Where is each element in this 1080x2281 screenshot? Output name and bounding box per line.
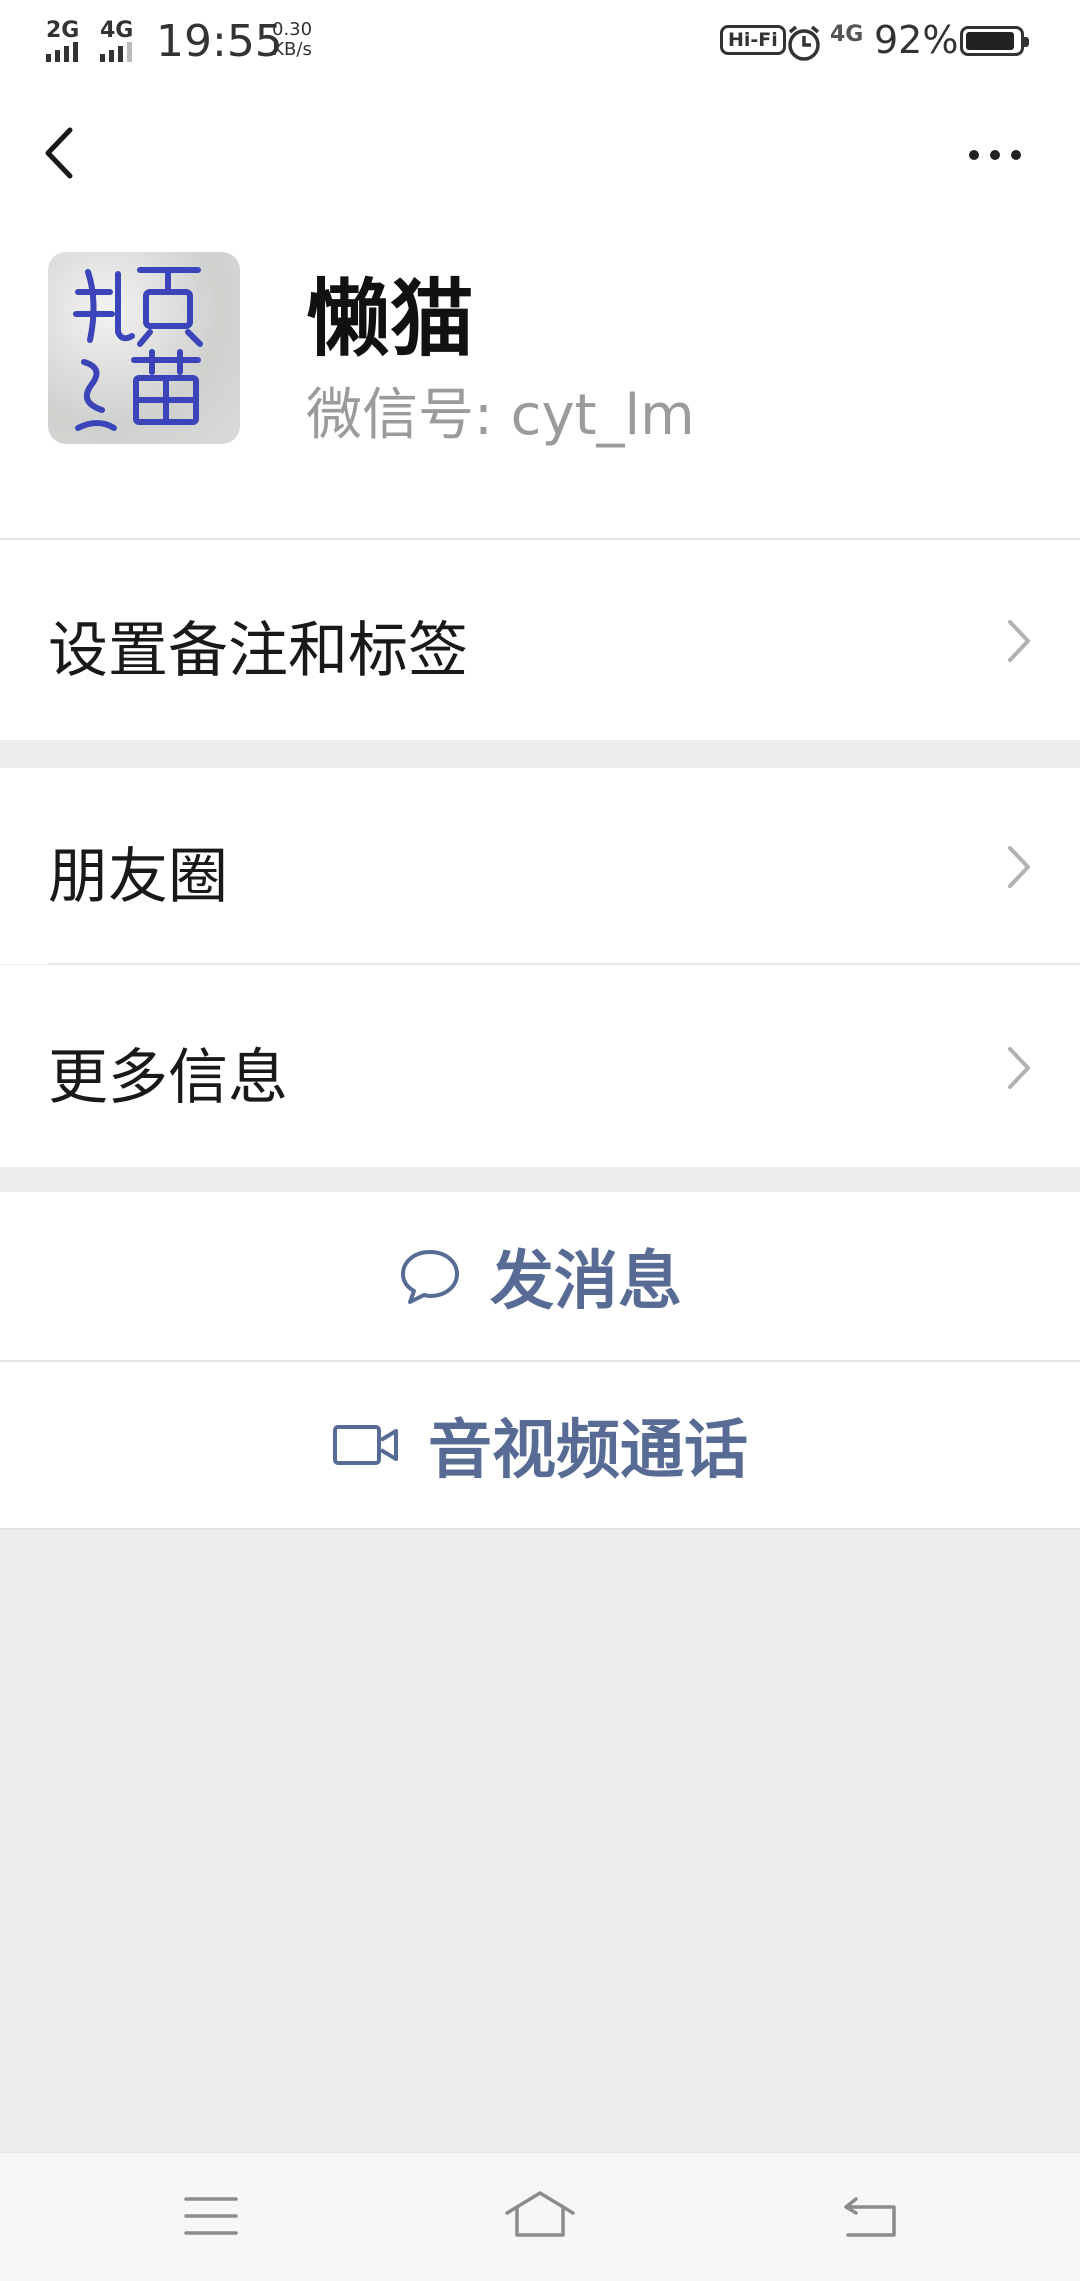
chevron-right-icon	[1008, 620, 1030, 662]
battery-icon	[960, 26, 1029, 56]
more-dot	[969, 150, 979, 160]
voice-video-call-label: 音视频通话	[428, 1414, 748, 1488]
system-navigation-bar	[0, 2152, 1080, 2281]
more-dot	[990, 150, 1000, 160]
wechat-id[interactable]: 微信号: cyt_lm	[306, 370, 695, 451]
hifi-badge: Hi-Fi	[720, 25, 786, 55]
back-nav-icon[interactable]	[842, 2193, 898, 2239]
network-speed-value: 0.30	[272, 19, 313, 40]
sim2-network-label: 4G	[100, 18, 134, 43]
set-remark-tags-row[interactable]: 设置备注和标签	[0, 540, 1080, 740]
sim1-signal-icon	[46, 42, 78, 62]
status-time: 19:55	[156, 16, 283, 67]
back-button[interactable]	[36, 118, 86, 188]
more-options-button[interactable]	[960, 135, 1030, 175]
home-icon[interactable]	[504, 2189, 576, 2239]
contact-nickname: 懒猫	[306, 270, 475, 368]
video-camera-icon	[333, 1425, 398, 1465]
chat-bubble-icon	[401, 1250, 459, 1304]
alarm-icon	[788, 25, 820, 61]
avatar[interactable]	[48, 252, 240, 444]
network-speed: 0.30 KB/s	[272, 20, 312, 60]
sim2-signal-icon	[100, 42, 132, 62]
more-dot	[1011, 150, 1021, 160]
battery-percentage: 92%	[874, 18, 959, 62]
sim1-network-label: 2G	[46, 18, 80, 43]
battery-tip	[1024, 37, 1029, 47]
chevron-left-icon	[45, 127, 73, 179]
menu-icon[interactable]	[184, 2195, 238, 2237]
avatar-seal-image	[73, 267, 203, 431]
moments-row[interactable]: 朋友圈	[0, 768, 1080, 964]
battery-fill	[966, 32, 1014, 50]
chevron-right-icon	[1008, 846, 1030, 888]
voice-video-call-button[interactable]: 音视频通话	[0, 1362, 1080, 1528]
network-speed-unit: KB/s	[272, 39, 312, 60]
network-type-badge: 4G	[830, 22, 864, 47]
moments-label: 朋友圈	[48, 842, 228, 912]
send-message-label: 发消息	[490, 1245, 682, 1319]
more-info-row[interactable]: 更多信息	[0, 965, 1080, 1167]
send-message-button[interactable]: 发消息	[0, 1192, 1080, 1360]
more-info-label: 更多信息	[48, 1043, 288, 1113]
action-divider	[0, 1528, 1080, 1530]
set-remark-tags-label: 设置备注和标签	[48, 616, 468, 686]
status-bar: 2G 4G 19:55 0.30 KB/s Hi-Fi 4G 92%	[0, 0, 1080, 84]
chevron-right-icon	[1008, 1047, 1030, 1089]
